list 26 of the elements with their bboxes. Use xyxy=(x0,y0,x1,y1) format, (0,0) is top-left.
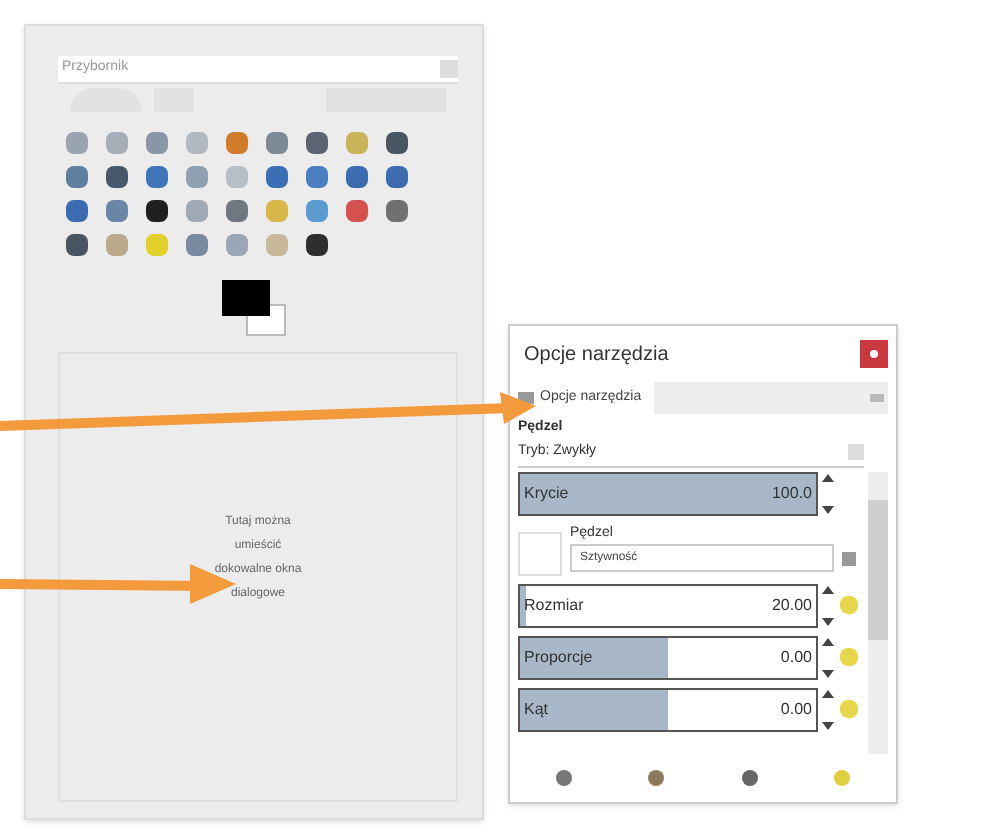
tool-icon[interactable] xyxy=(66,234,88,256)
slider[interactable]: Proporcje 0.00 xyxy=(518,635,818,679)
slider-value: 0.00 xyxy=(780,697,814,721)
tool-icon[interactable] xyxy=(306,234,328,256)
slider[interactable]: Krycie 100.0 xyxy=(518,471,818,515)
footer-icon[interactable] xyxy=(741,770,758,786)
footer-icon[interactable] xyxy=(556,770,573,786)
close-button[interactable] xyxy=(860,340,888,368)
slider-label: Proporcje xyxy=(522,645,593,669)
tool-icon[interactable] xyxy=(146,200,168,222)
slider-value: 100.0 xyxy=(771,481,814,505)
slider-label: Krycie xyxy=(522,481,569,505)
slider-label: Kąt xyxy=(522,697,549,721)
window-title: Opcje narzędzia xyxy=(522,341,669,369)
spin-arrows-icon[interactable] xyxy=(822,473,834,513)
slider-value: 20.00 xyxy=(771,593,814,617)
scrollbar[interactable] xyxy=(868,471,888,754)
footer-icon[interactable] xyxy=(648,770,665,786)
slider-label: Rozmiar xyxy=(522,593,584,617)
tool-icon[interactable] xyxy=(106,166,128,188)
color-swatch-icon[interactable] xyxy=(222,280,286,336)
slider-value: 0.00 xyxy=(780,645,814,669)
slider[interactable]: Kąt 0.00 xyxy=(518,687,818,731)
slider[interactable]: Rozmiar 20.00 xyxy=(518,583,818,627)
tool-icon[interactable] xyxy=(386,132,408,154)
close-icon xyxy=(870,350,878,358)
